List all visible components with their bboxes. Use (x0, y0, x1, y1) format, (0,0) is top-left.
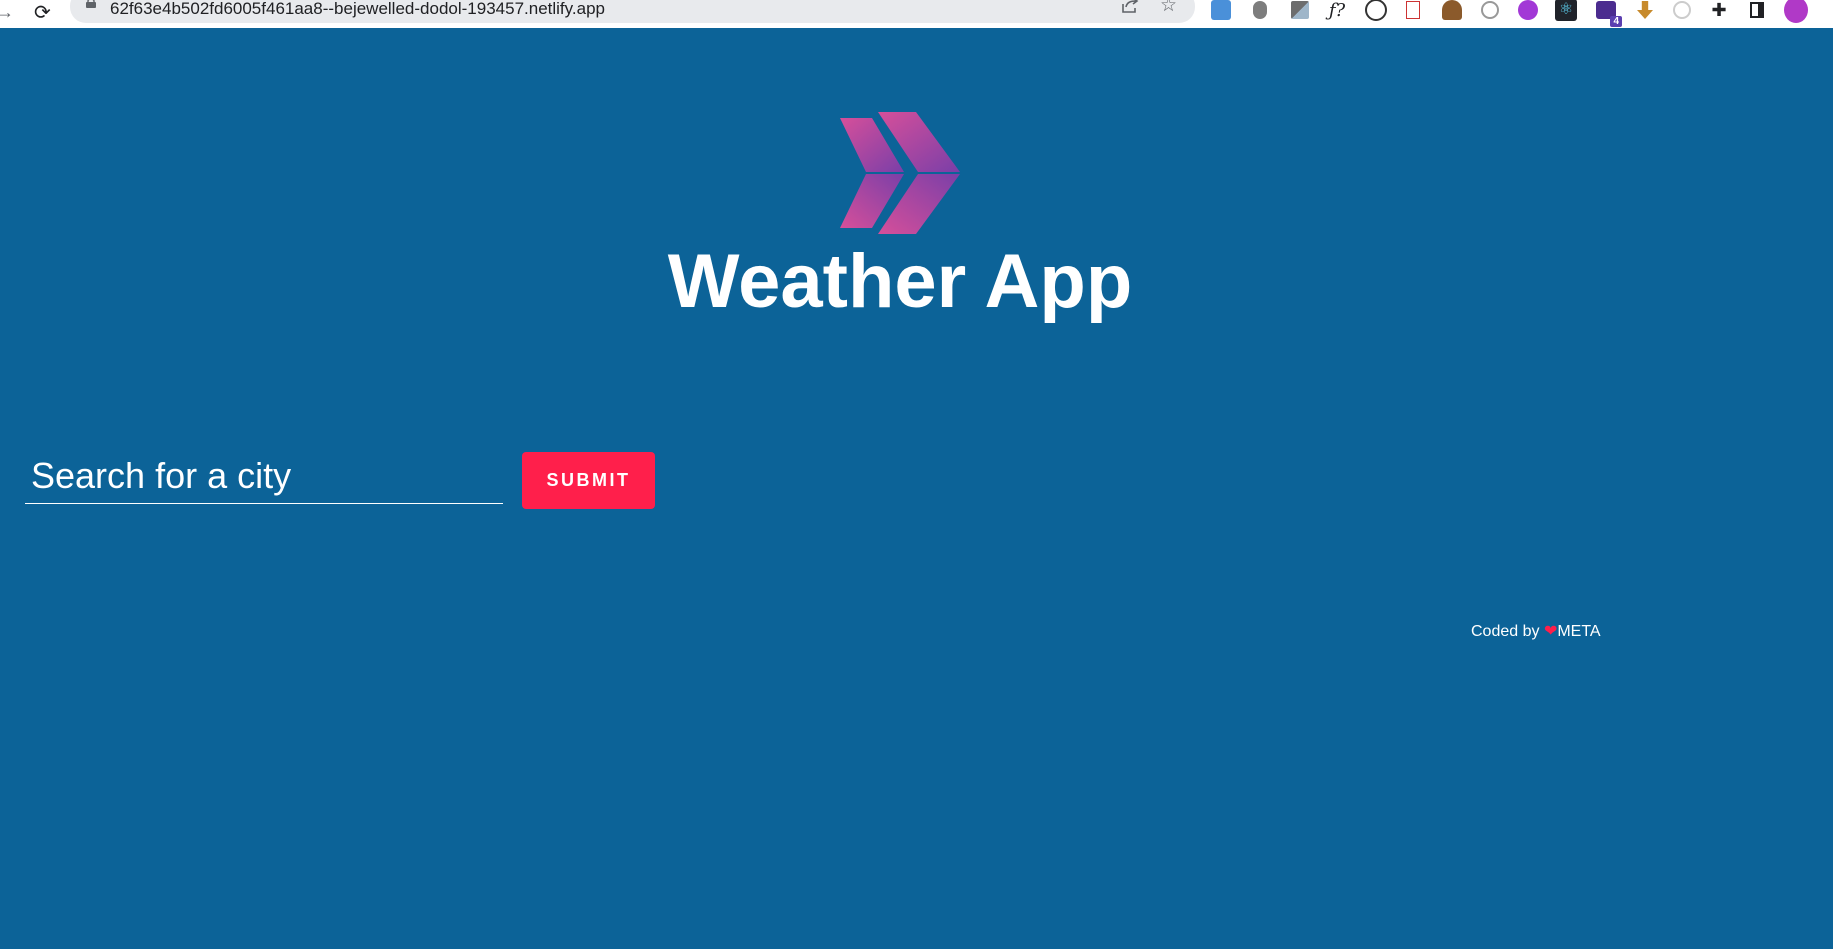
html-extension-icon[interactable] (1440, 0, 1464, 22)
lock-icon (86, 0, 96, 8)
translate-extension-icon[interactable] (1209, 0, 1233, 22)
city-search-input[interactable] (25, 448, 503, 504)
footer-credit: Coded by ❤META (1471, 621, 1601, 641)
compass-extension-icon[interactable] (1478, 0, 1502, 22)
eyedropper-extension-icon[interactable] (1288, 0, 1312, 22)
redux-extension-icon[interactable]: 4 (1594, 0, 1622, 27)
font-extension-icon[interactable]: ƒ? (1325, 0, 1349, 22)
extension-badge: 4 (1610, 16, 1622, 27)
reload-icon[interactable]: ⟳ (34, 0, 51, 25)
submit-button[interactable]: SUBMIT (522, 452, 655, 509)
forward-arrow-icon[interactable]: → (0, 2, 14, 23)
footer-prefix: Coded by (1471, 623, 1544, 640)
record-extension-icon[interactable] (1670, 0, 1694, 22)
url-text: 62f63e4b502fd6005f461aa8--bejewelled-dod… (110, 0, 605, 18)
double-chevron-logo (840, 112, 960, 234)
footer-author[interactable]: META (1557, 623, 1600, 640)
download-extension-icon[interactable] (1633, 0, 1657, 22)
avatar-extension-icon[interactable] (1364, 0, 1388, 22)
share-icon[interactable] (1120, 0, 1140, 14)
page-title: Weather App (667, 239, 1133, 324)
address-bar[interactable]: 62f63e4b502fd6005f461aa8--bejewelled-dod… (70, 0, 1195, 23)
bug-extension-icon[interactable] (1248, 0, 1272, 22)
react-devtools-icon[interactable]: ⚛ (1554, 0, 1578, 22)
bookmark-star-icon[interactable]: ☆ (1160, 0, 1177, 15)
heart-icon: ❤ (1543, 623, 1558, 640)
tracker-extension-icon[interactable] (1516, 0, 1540, 22)
profile-avatar[interactable] (1784, 0, 1808, 23)
notes-extension-icon[interactable] (1401, 0, 1425, 22)
side-panel-icon[interactable] (1745, 0, 1769, 22)
browser-toolbar: → ⟳ 62f63e4b502fd6005f461aa8--bejewelled… (0, 0, 1833, 28)
extensions-puzzle-icon[interactable]: ✚ (1707, 0, 1731, 22)
